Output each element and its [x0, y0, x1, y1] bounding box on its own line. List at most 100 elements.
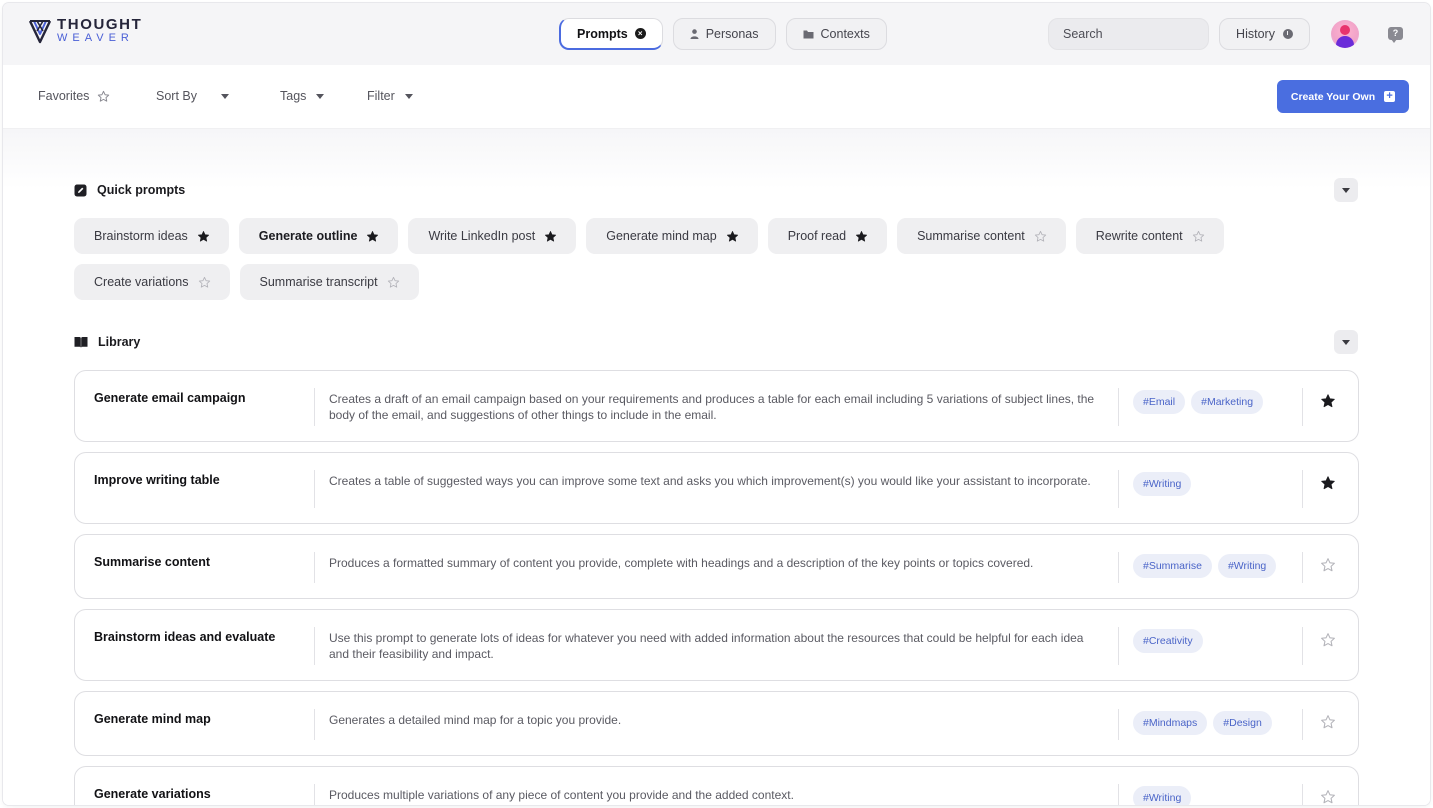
star-filled-icon[interactable]	[197, 230, 210, 243]
sort-by-dropdown[interactable]: Sort By	[156, 89, 229, 103]
favorites-label: Favorites	[38, 89, 90, 103]
quick-prompt-label: Proof read	[787, 229, 847, 243]
star-outline-icon[interactable]	[1320, 632, 1336, 648]
divider	[1302, 470, 1303, 508]
quick-prompts-header: Quick prompts	[74, 183, 185, 197]
tab-contexts-label: Contexts	[820, 27, 870, 41]
tag-badge[interactable]: #Writing	[1133, 786, 1192, 805]
search-input[interactable]	[1063, 27, 1224, 41]
divider	[1118, 784, 1119, 805]
library-card-title: Generate email campaign	[94, 391, 246, 405]
quick-prompt-chip[interactable]: Write LinkedIn post	[408, 218, 577, 254]
quick-prompt-chip[interactable]: Create variations	[74, 264, 230, 300]
sort-by-label: Sort By	[156, 89, 197, 103]
library-card-description: Use this prompt to generate lots of idea…	[329, 631, 1084, 661]
chevron-down-icon	[221, 93, 229, 99]
library-card-description: Creates a draft of an email campaign bas…	[329, 392, 1095, 422]
history-button[interactable]: History	[1219, 18, 1310, 50]
library-card[interactable]: Generate email campaign Creates a draft o…	[74, 370, 1359, 442]
star-filled-icon[interactable]	[855, 230, 868, 243]
favorites-filter[interactable]: Favorites	[38, 89, 110, 103]
quick-prompt-chip[interactable]: Generate outline	[238, 218, 399, 254]
divider	[1118, 388, 1119, 426]
divider	[314, 627, 315, 665]
tab-personas[interactable]: Personas	[672, 18, 776, 50]
tag-badge[interactable]: #Writing	[1133, 472, 1192, 496]
divider	[314, 552, 315, 583]
divider	[1302, 627, 1303, 665]
tag-badge[interactable]: #Design	[1213, 711, 1272, 735]
star-outline-icon[interactable]	[387, 276, 400, 289]
library-card-tags: #Summarise #Writing	[1133, 554, 1277, 578]
filter-dropdown[interactable]: Filter	[367, 89, 413, 103]
close-circle-icon[interactable]: ×	[634, 28, 646, 39]
star-outline-icon[interactable]	[1320, 789, 1336, 805]
tag-badge[interactable]: #Mindmaps	[1133, 711, 1208, 735]
tag-badge[interactable]: #Email	[1133, 390, 1186, 414]
help-chat-icon[interactable]: ?	[1388, 27, 1403, 43]
star-filled-icon[interactable]	[366, 230, 379, 243]
weaver-logo-icon	[29, 19, 51, 43]
star-filled-icon[interactable]	[726, 230, 739, 243]
star-outline-icon	[97, 90, 110, 103]
tag-badge[interactable]: #Summarise	[1133, 554, 1212, 578]
quick-prompts-title: Quick prompts	[97, 183, 186, 197]
library-card-description: Produces multiple variations of any piec…	[329, 788, 794, 802]
divider	[1118, 627, 1119, 665]
quick-prompt-chip[interactable]: Brainstorm ideas	[74, 218, 229, 254]
library-card-tags: #Mindmaps #Design	[1133, 711, 1272, 735]
library-card[interactable]: Generate mind map Generates a detailed mi…	[74, 691, 1359, 756]
tag-badge[interactable]: #Creativity	[1133, 629, 1203, 653]
chevron-down-icon	[1342, 339, 1350, 345]
divider	[1302, 784, 1303, 805]
star-outline-icon[interactable]	[1192, 230, 1205, 243]
star-filled-icon[interactable]	[1320, 475, 1336, 491]
divider	[1118, 470, 1119, 508]
history-label: History	[1236, 27, 1275, 41]
star-outline-icon[interactable]	[1320, 557, 1336, 573]
quick-prompt-chip[interactable]: Generate mind map	[586, 218, 758, 254]
star-outline-icon[interactable]	[1034, 230, 1047, 243]
chevron-down-icon	[404, 93, 413, 99]
library-card-description: Generates a detailed mind map for a topi…	[329, 713, 622, 727]
library-card-title: Brainstorm ideas and evaluate	[94, 630, 276, 644]
mode-tabs: Prompts × Personas Contexts	[559, 18, 887, 50]
star-filled-icon[interactable]	[1320, 393, 1336, 409]
tab-prompts[interactable]: Prompts ×	[559, 18, 663, 50]
library-card-title: Generate variations	[94, 787, 211, 801]
library-card[interactable]: Generate variations Produces multiple var…	[74, 766, 1359, 805]
tag-badge[interactable]: #Marketing	[1191, 390, 1264, 414]
library-card-tags: #Writing	[1133, 472, 1192, 496]
quick-prompts-collapse-button[interactable]	[1334, 178, 1358, 202]
quick-prompt-chip[interactable]: Summarise content	[897, 218, 1066, 254]
quick-prompt-chip[interactable]: Summarise transcript	[239, 264, 419, 300]
tags-label: Tags	[280, 89, 307, 103]
tags-dropdown[interactable]: Tags	[280, 89, 325, 103]
person-icon	[690, 29, 699, 39]
library-card[interactable]: Summarise content Produces a formatted su…	[74, 534, 1359, 599]
avatar[interactable]	[1331, 20, 1359, 48]
create-your-own-button[interactable]: Create Your Own +	[1277, 80, 1409, 113]
quick-prompt-chip[interactable]: Proof read	[767, 218, 888, 254]
divider	[314, 388, 315, 426]
library-card-title: Generate mind map	[94, 712, 211, 726]
tab-contexts[interactable]: Contexts	[785, 18, 887, 50]
library-header: Library	[74, 335, 140, 349]
quick-prompt-label: Write LinkedIn post	[428, 229, 536, 243]
star-filled-icon[interactable]	[544, 230, 557, 243]
star-outline-icon[interactable]	[1320, 714, 1336, 730]
logo[interactable]: THOUGHT WEAVER	[29, 17, 142, 44]
divider	[1302, 709, 1303, 740]
tag-badge[interactable]: #Writing	[1217, 554, 1277, 578]
library-card[interactable]: Improve writing table Creates a table of …	[74, 452, 1359, 524]
quick-prompt-label: Summarise content	[917, 229, 1025, 243]
library-card[interactable]: Brainstorm ideas and evaluate Use this pr…	[74, 609, 1359, 681]
divider	[314, 784, 315, 805]
quick-prompt-chip[interactable]: Rewrite content	[1075, 218, 1224, 254]
filter-bar: Favorites Sort By Tags Filter Create You…	[3, 65, 1430, 129]
star-outline-icon[interactable]	[198, 276, 211, 289]
search-box[interactable]	[1048, 18, 1224, 50]
library-title: Library	[98, 335, 141, 349]
divider	[1118, 709, 1119, 740]
library-collapse-button[interactable]	[1334, 330, 1358, 354]
